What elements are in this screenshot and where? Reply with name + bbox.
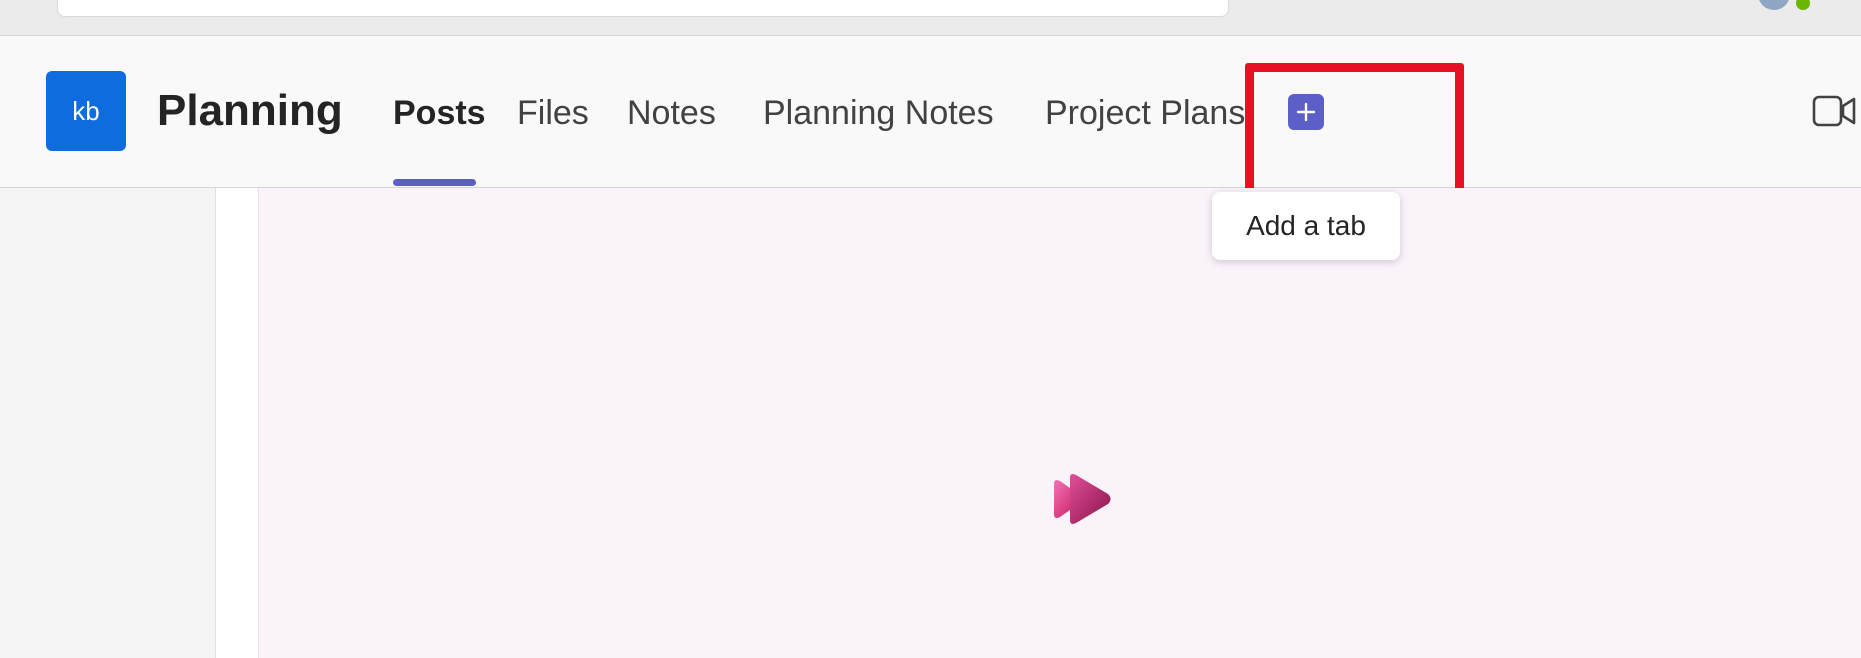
pane-divider[interactable]	[216, 188, 259, 658]
search-input[interactable]	[57, 0, 1229, 17]
active-tab-indicator	[393, 179, 476, 186]
tab-content-area	[259, 188, 1861, 658]
tab-project-plans[interactable]: Project Plans	[1045, 91, 1245, 135]
channel-header: kb Planning Posts Files Notes Planning N…	[0, 36, 1861, 209]
presence-status-icon	[1794, 0, 1812, 12]
stream-app-logo-icon	[1052, 470, 1114, 533]
channel-list-pane	[0, 188, 216, 658]
channel-title: Planning	[157, 86, 343, 135]
title-bar	[0, 0, 1861, 36]
tab-planning-notes[interactable]: Planning Notes	[763, 91, 994, 135]
tab-posts[interactable]: Posts	[393, 91, 486, 135]
team-avatar[interactable]: kb	[46, 71, 126, 151]
add-tab-tooltip: Add a tab	[1212, 192, 1400, 260]
tab-files[interactable]: Files	[517, 91, 589, 135]
tab-notes[interactable]: Notes	[627, 91, 716, 135]
team-avatar-initials: kb	[72, 95, 100, 126]
profile-avatar[interactable]	[1758, 0, 1790, 10]
video-camera-icon[interactable]	[1812, 94, 1856, 133]
